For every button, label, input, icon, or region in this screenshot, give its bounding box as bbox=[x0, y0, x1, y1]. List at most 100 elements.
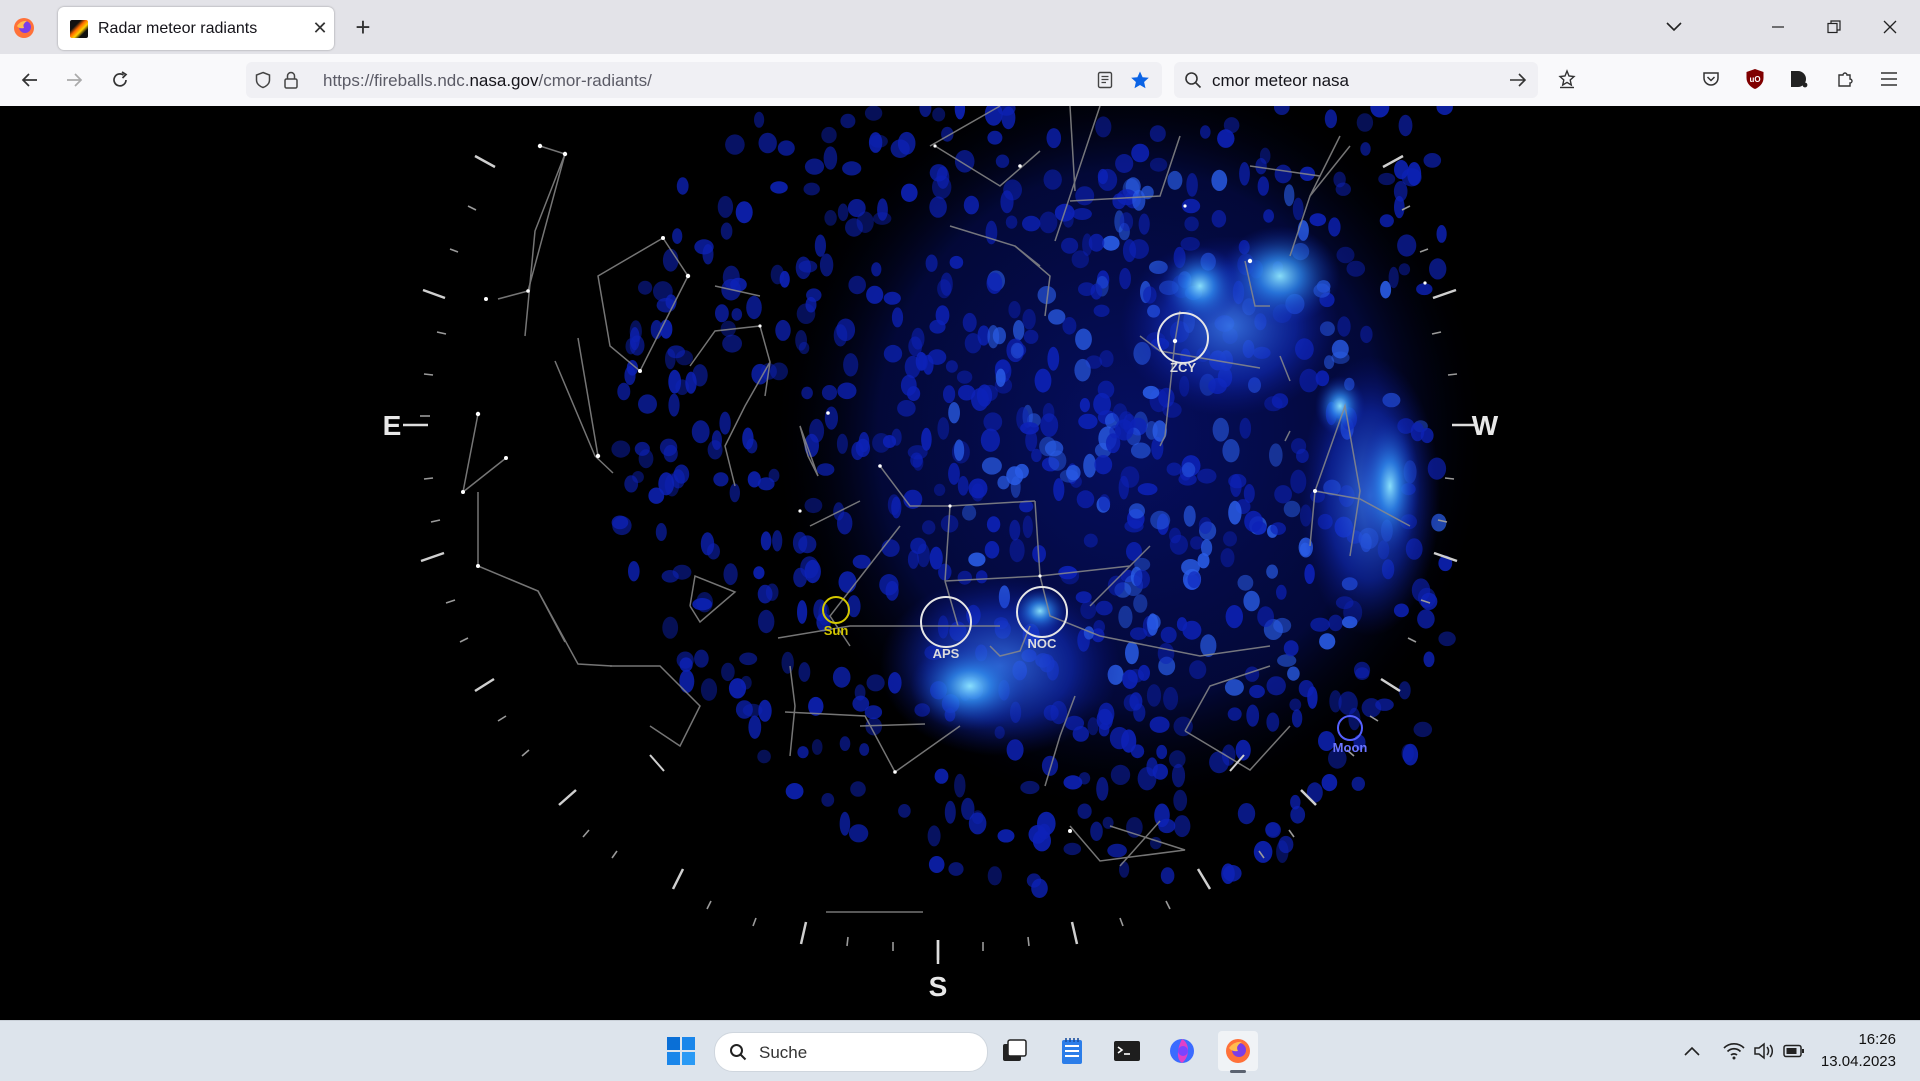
radiant-dot bbox=[1223, 117, 1240, 134]
start-button[interactable] bbox=[661, 1031, 701, 1071]
darkreader-icon bbox=[1791, 71, 1808, 88]
radiant-dot bbox=[672, 564, 692, 580]
radiant-dot bbox=[1184, 216, 1199, 232]
radiant-dot bbox=[957, 476, 969, 496]
radiant-dot bbox=[1328, 217, 1341, 237]
radiant-dot bbox=[770, 362, 788, 381]
radiant-dot bbox=[1053, 478, 1065, 502]
close-tab-icon[interactable]: ✕ bbox=[306, 18, 334, 39]
radiant-dot bbox=[1278, 835, 1294, 854]
sky-map: E W S Sun Moon ZCY APS NOC bbox=[383, 106, 1499, 1002]
reload-button[interactable] bbox=[104, 64, 136, 96]
lock-icon[interactable] bbox=[282, 70, 300, 90]
radiant-dot bbox=[871, 262, 882, 277]
firefox-taskbar-button[interactable] bbox=[1218, 1031, 1258, 1073]
radiant-dot bbox=[1010, 476, 1021, 498]
moon-label: Moon bbox=[1333, 740, 1368, 755]
radiant-dot bbox=[1040, 413, 1059, 437]
radiant-dot bbox=[1149, 125, 1166, 142]
radiant-dot bbox=[1356, 113, 1374, 132]
extension-star-button[interactable] bbox=[1554, 66, 1580, 92]
radiant-dot bbox=[1436, 225, 1447, 243]
battery-button[interactable] bbox=[1780, 1037, 1808, 1065]
tracking-shield-icon[interactable] bbox=[254, 71, 272, 89]
radiant-dot bbox=[715, 304, 729, 323]
radiant-dot bbox=[1031, 448, 1042, 463]
reader-view-icon[interactable] bbox=[1096, 71, 1114, 89]
radiant-dot bbox=[821, 126, 837, 144]
radiant-dot bbox=[1063, 842, 1082, 856]
new-tab-button[interactable]: + bbox=[348, 12, 378, 42]
radiant-dot bbox=[1137, 483, 1158, 496]
darkreader-button[interactable] bbox=[1786, 66, 1812, 92]
radiant-dot bbox=[775, 319, 791, 341]
radiant-dot bbox=[1186, 173, 1198, 197]
radiant-dot bbox=[995, 154, 1010, 168]
radiant-dot bbox=[662, 248, 679, 272]
radiant-dot bbox=[679, 669, 695, 693]
url-text[interactable]: https://fireballs.ndc.nasa.gov/cmor-radi… bbox=[323, 71, 652, 91]
radiant-dot bbox=[1227, 707, 1242, 721]
extensions-button[interactable] bbox=[1832, 66, 1858, 92]
puzzle-icon bbox=[1838, 72, 1853, 87]
radiant-dot bbox=[735, 201, 753, 224]
radiant-dot bbox=[696, 592, 713, 613]
firefox-view-button[interactable] bbox=[10, 14, 38, 42]
radiant-dot bbox=[611, 440, 631, 458]
radiant-dot bbox=[746, 295, 762, 320]
radiant-dot bbox=[798, 662, 811, 682]
radiant-dot bbox=[968, 552, 986, 567]
radiant-dot bbox=[838, 571, 857, 593]
ublock-button[interactable]: uO bbox=[1742, 66, 1768, 92]
radiant-dot bbox=[1020, 422, 1039, 435]
radiant-dot bbox=[1063, 775, 1083, 790]
radiant-dot bbox=[629, 320, 642, 343]
pocket-button[interactable] bbox=[1698, 66, 1724, 92]
radiant-dot bbox=[881, 539, 900, 557]
app-menu-button[interactable] bbox=[1876, 66, 1902, 92]
radiant-dot bbox=[1228, 473, 1247, 489]
radiant-dot bbox=[943, 385, 956, 404]
close-window-button[interactable] bbox=[1870, 10, 1910, 44]
search-bar[interactable]: cmor meteor nasa bbox=[1174, 62, 1538, 98]
radiant-dot bbox=[721, 662, 735, 682]
radiant-dot bbox=[962, 312, 977, 333]
cardinal-east: E bbox=[383, 410, 428, 441]
back-button[interactable] bbox=[14, 64, 46, 96]
radiant-dot bbox=[1014, 463, 1029, 479]
bookmark-star-icon[interactable] bbox=[1130, 70, 1150, 90]
radiant-dot bbox=[937, 417, 950, 440]
radiant-dot bbox=[1076, 490, 1095, 509]
radiant-dot bbox=[796, 303, 816, 324]
volume-button[interactable] bbox=[1750, 1037, 1778, 1065]
address-bar[interactable]: https://fireballs.ndc.nasa.gov/cmor-radi… bbox=[246, 62, 1162, 98]
task-view-button[interactable] bbox=[995, 1031, 1035, 1071]
clock-date: 13.04.2023 bbox=[1820, 1053, 1896, 1070]
search-go-arrow-icon[interactable] bbox=[1508, 71, 1528, 89]
terminal-button[interactable] bbox=[1107, 1031, 1147, 1071]
wifi-button[interactable] bbox=[1720, 1037, 1748, 1065]
radiant-dot bbox=[1380, 280, 1392, 299]
clock-time: 16:26 bbox=[1858, 1031, 1896, 1048]
radiant-dot bbox=[961, 797, 975, 821]
tab-active[interactable]: Radar meteor radiants ✕ bbox=[58, 7, 334, 50]
radiant-dot bbox=[958, 384, 976, 401]
radiant-dot bbox=[1361, 698, 1382, 718]
minimize-button[interactable] bbox=[1758, 10, 1798, 44]
notepad-button[interactable] bbox=[1052, 1031, 1092, 1071]
forward-button[interactable] bbox=[58, 64, 90, 96]
list-all-tabs-icon[interactable] bbox=[1654, 10, 1694, 44]
firefox-dev-button[interactable] bbox=[1162, 1031, 1202, 1071]
show-hidden-icons-button[interactable] bbox=[1680, 1037, 1704, 1065]
radiant-dot bbox=[1259, 147, 1271, 164]
radiant-dot bbox=[742, 703, 763, 717]
restore-button[interactable] bbox=[1814, 10, 1854, 44]
clock[interactable]: 16:26 13.04.2023 bbox=[1821, 1029, 1896, 1073]
radiant-dot bbox=[1336, 246, 1355, 264]
radiant-dot bbox=[1046, 128, 1062, 149]
radiant-dot bbox=[804, 559, 821, 584]
radiant-dot bbox=[873, 212, 892, 225]
radiant-dot bbox=[936, 166, 950, 189]
radiant-dot bbox=[917, 353, 928, 371]
taskbar-search-box[interactable]: Suche bbox=[714, 1032, 988, 1072]
